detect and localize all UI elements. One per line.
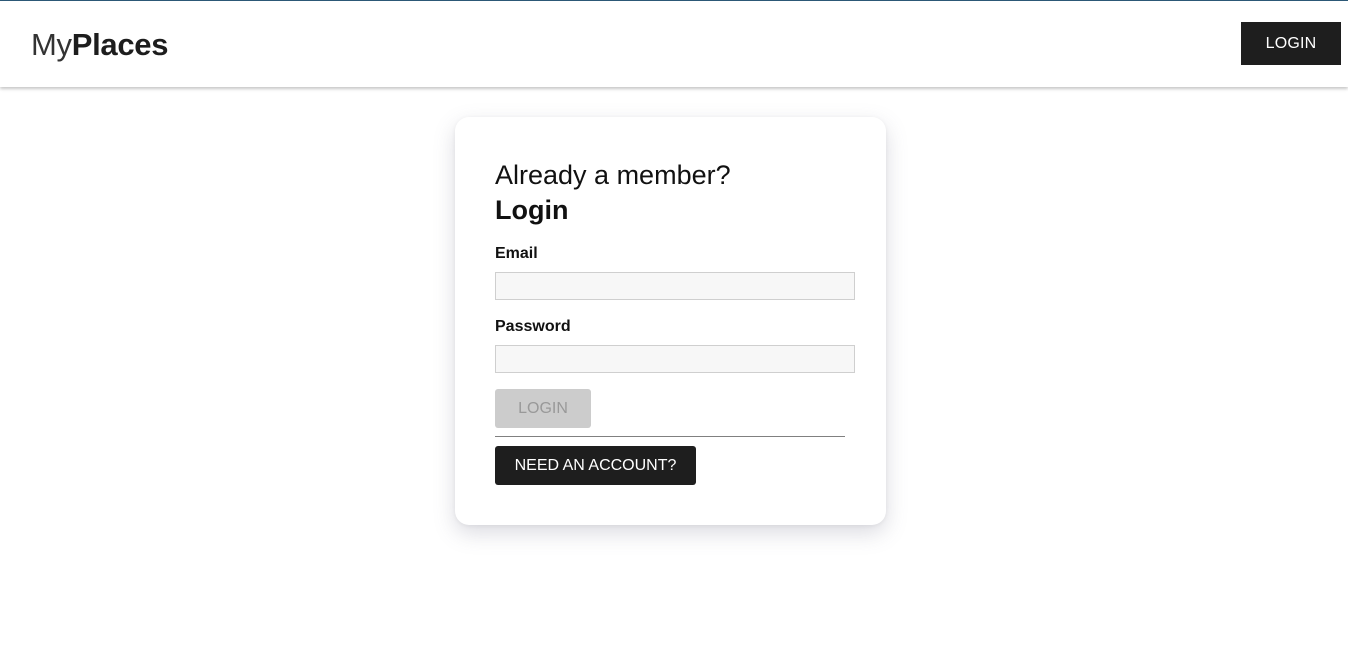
card-title: Login: [495, 195, 569, 225]
brand-light-text: My: [31, 27, 72, 62]
email-field[interactable]: [495, 272, 855, 300]
header-login-button[interactable]: LOGIN: [1241, 22, 1341, 65]
login-submit-button[interactable]: LOGIN: [495, 389, 591, 428]
need-account-button[interactable]: NEED AN ACCOUNT?: [495, 446, 696, 485]
main-header: MyPlaces LOGIN: [0, 1, 1348, 87]
card-subtitle: Already a member?: [495, 160, 731, 190]
password-label: Password: [495, 318, 571, 335]
brand-logo[interactable]: MyPlaces: [31, 27, 168, 63]
brand-bold-text: Places: [71, 27, 169, 62]
auth-card: Already a member? Login Email Password L…: [455, 117, 886, 525]
email-label: Email: [495, 245, 538, 262]
password-field[interactable]: [495, 345, 855, 373]
divider: [495, 436, 845, 437]
